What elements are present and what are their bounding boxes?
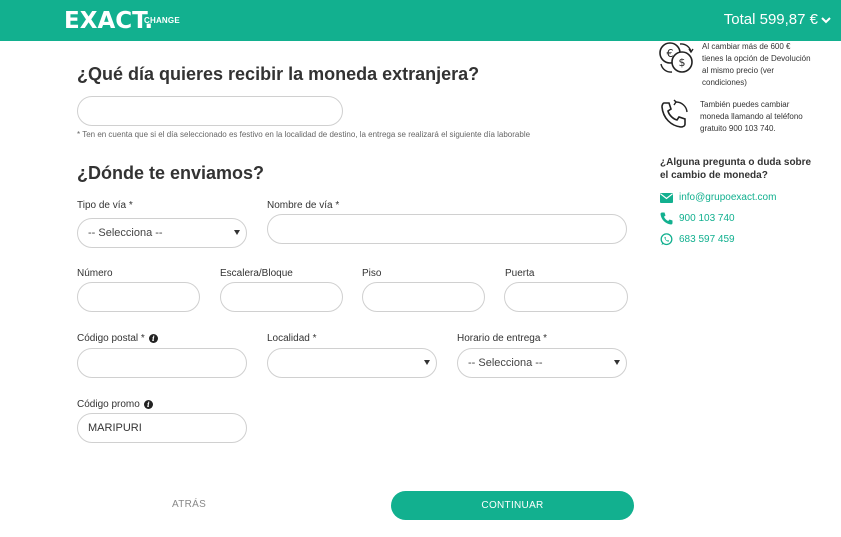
delivery-time-select[interactable]: -- Selecciona -- [457, 348, 627, 378]
phone-call-icon [658, 99, 692, 135]
whatsapp-icon [660, 233, 673, 246]
phone-text: También puedes cambiar moneda llamando a… [700, 100, 803, 133]
cart-total-label: Total 599,87 € [723, 11, 818, 28]
door-input[interactable] [504, 282, 628, 312]
locality-select[interactable] [267, 348, 437, 378]
locality-label: Localidad * [267, 333, 317, 344]
street-name-label: Nombre de vía * [267, 200, 340, 211]
currency-exchange-icon: € $ [658, 41, 694, 89]
svg-text:$: $ [679, 56, 686, 69]
street-name-input[interactable] [267, 214, 627, 244]
info-icon[interactable]: i [143, 400, 153, 409]
promo-code-input[interactable]: MARIPURI [77, 413, 247, 443]
floor-label: Piso [362, 268, 382, 279]
postal-code-label: Código postal * i [77, 333, 158, 344]
logo-main-text: EXACT. [64, 8, 154, 34]
chevron-down-icon [821, 16, 831, 23]
street-type-label: Tipo de vía * [77, 200, 133, 211]
continue-button[interactable]: CONTINUAR [391, 491, 634, 520]
floor-input[interactable] [362, 282, 485, 312]
phone-info: También puedes cambiar moneda llamando a… [658, 99, 810, 135]
cart-total-dropdown[interactable]: Total 599,87 € [724, 11, 831, 28]
phone-link[interactable]: 900 103 740 [660, 212, 735, 225]
back-button[interactable]: ATRÁS [172, 499, 206, 510]
number-label: Número [77, 268, 113, 279]
delivery-date-title: ¿Qué día quieres recibir la moneda extra… [77, 64, 480, 84]
top-header: EXACT. CHANGE Total 599,87 € [0, 0, 841, 41]
email-link[interactable]: info@grupoexact.com [660, 192, 776, 203]
street-type-select[interactable]: -- Selecciona -- [77, 218, 247, 248]
select-arrow-icon [424, 360, 430, 365]
help-question: ¿Alguna pregunta o duda sobre el cambio … [660, 157, 812, 181]
promo-code-label: Código promo i [77, 399, 153, 410]
address-title: ¿Dónde te enviamos? [77, 163, 265, 183]
select-arrow-icon [234, 230, 240, 235]
whatsapp-link[interactable]: 683 597 459 [660, 233, 735, 246]
mail-icon [660, 192, 673, 203]
refund-text: Al cambiar más de 600 € tienes la opción… [702, 42, 811, 87]
number-input[interactable] [77, 282, 200, 312]
postal-code-input[interactable] [77, 348, 247, 378]
door-label: Puerta [505, 268, 535, 279]
delivery-time-label: Horario de entrega * [457, 333, 548, 344]
stair-block-input[interactable] [220, 282, 343, 312]
select-arrow-icon [614, 360, 620, 365]
holiday-note: * Ten en cuenta que si el día selecciona… [77, 130, 531, 139]
info-icon[interactable]: i [148, 334, 158, 343]
refund-info: € $ Al cambiar más de 600 € tienes la op… [658, 41, 812, 89]
delivery-date-input[interactable] [77, 96, 343, 126]
logo-sub-text: CHANGE [144, 16, 180, 25]
stair-block-label: Escalera/Bloque [220, 268, 293, 279]
phone-icon [660, 212, 673, 225]
